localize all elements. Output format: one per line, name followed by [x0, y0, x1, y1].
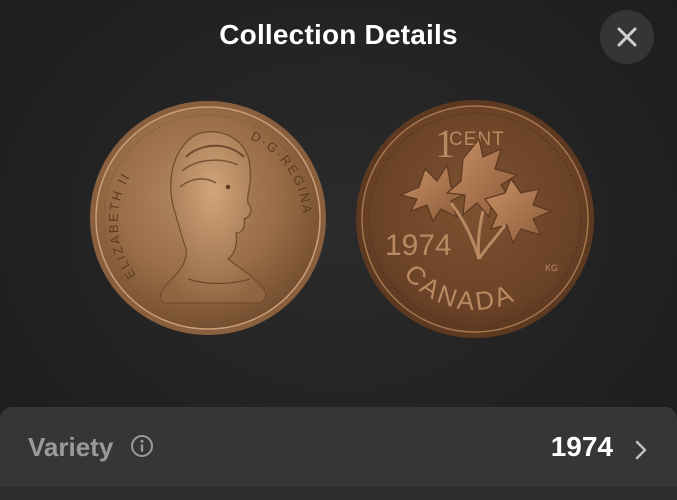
collection-details-screen: Collection Details ELIZABETH II D·G·REGI… [0, 0, 677, 500]
variety-label: Variety [28, 432, 114, 462]
info-icon[interactable] [130, 434, 154, 458]
coin-obverse-image[interactable]: ELIZABETH II D·G·REGINA [88, 99, 328, 337]
page-title: Collection Details [219, 19, 458, 50]
reverse-year: 1974 [385, 229, 452, 262]
close-icon [617, 27, 637, 47]
coin-reverse-image[interactable]: 1 CENT 1974 KG CANADA [355, 99, 595, 339]
variety-value: 1974 [550, 431, 613, 462]
designer-initials: KG [545, 263, 558, 273]
chevron-right-icon [635, 440, 647, 460]
variety-row[interactable]: Variety 1974 [0, 407, 677, 487]
close-button[interactable] [600, 10, 654, 64]
bottom-strip [0, 487, 677, 500]
